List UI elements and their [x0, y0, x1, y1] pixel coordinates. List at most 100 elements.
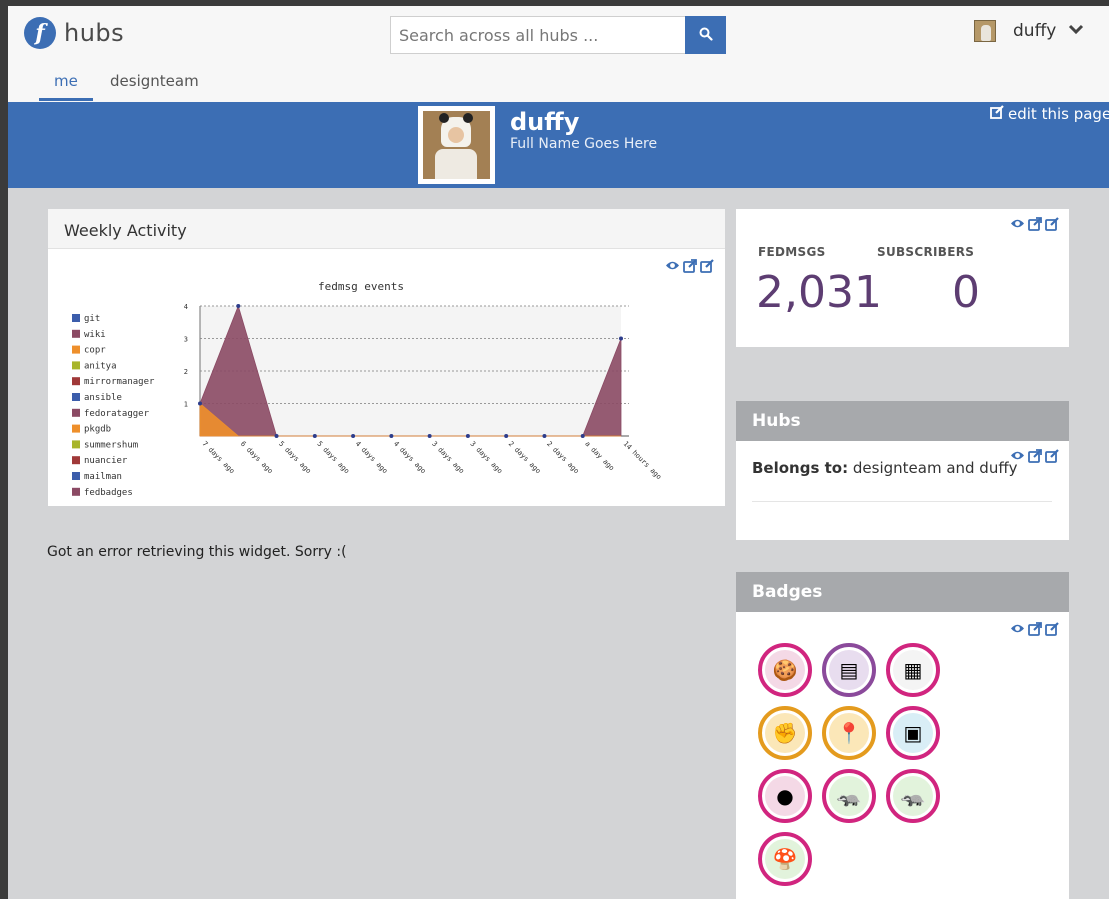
search-input[interactable] [390, 16, 685, 54]
belongs-to-label: Belongs to: [752, 459, 849, 477]
x-tick-label: 3 days ago [430, 440, 465, 475]
x-tick-label: 14 hours ago [622, 440, 663, 481]
belongs-to-line: Belongs to: designteam and duffy [752, 459, 1018, 477]
fedmsgs-label: FEDMSGS [758, 245, 826, 259]
hub-tabs: me designteam [8, 64, 1109, 102]
search-button[interactable] [685, 16, 726, 54]
edit-icon[interactable] [1045, 217, 1059, 231]
summit-badge-icon[interactable]: ▤ [822, 643, 876, 697]
app-name: hubs [64, 19, 125, 47]
x-tick-label: 3 days ago [468, 440, 503, 475]
x-tick-label: 5 days ago [315, 440, 350, 475]
legend-label: fedbadges [84, 488, 133, 498]
y-tick-label: 3 [184, 336, 188, 344]
profile-banner: duffy Full Name Goes Here edit this page [8, 102, 1109, 188]
boxing-gloves-badge-icon[interactable]: ✊ [758, 706, 812, 760]
legend-label: anitya [84, 361, 117, 371]
widget-title: Weekly Activity [48, 209, 725, 249]
weekly-activity-widget: Weekly Activity fedmsg events 1 2 3 4 7 days … [48, 209, 725, 506]
data-point [389, 434, 394, 438]
profile-full-name: Full Name Goes Here [510, 136, 658, 152]
cookie-badge-icon[interactable]: 🍪 [758, 643, 812, 697]
divider [752, 501, 1052, 502]
edit-page-label: edit this page [1008, 105, 1109, 123]
external-link-icon[interactable] [1028, 449, 1042, 463]
top-navbar: f hubs duffy [8, 6, 1109, 64]
search-bar [390, 16, 726, 54]
mushroom-badge-icon[interactable]: 🍄 [758, 832, 812, 886]
fedmsgs-count: 2,031 [756, 267, 882, 318]
stats-widget: FEDMSGS 2,031 SUBSCRIBERS 0 [736, 209, 1069, 347]
legend-label: git [84, 314, 100, 324]
badges-widget: Badges 🍪 ▤ ▦ ✊ 📍 ▣ ● 🦡 🦡 🍄 [736, 572, 1069, 899]
external-link-icon[interactable] [1028, 622, 1042, 636]
chevron-down-icon [1068, 21, 1084, 40]
edit-icon[interactable] [1045, 449, 1059, 463]
data-point [198, 401, 202, 406]
legend-label: copr [84, 346, 106, 356]
widget-controls [1010, 217, 1059, 231]
tab-designteam[interactable]: designteam [95, 72, 214, 98]
tab-me[interactable]: me [39, 72, 93, 101]
legend-label: mailman [84, 472, 122, 482]
legend-label: mirrormanager [84, 377, 155, 387]
eye-icon[interactable] [1010, 622, 1025, 636]
data-point [465, 434, 470, 438]
x-tick-label: a day ago [583, 440, 615, 472]
legend-swatch [72, 487, 80, 496]
user-menu[interactable]: duffy [974, 20, 1084, 42]
legend-swatch [72, 408, 80, 417]
edit-icon[interactable] [1045, 622, 1059, 636]
user-avatar [974, 20, 996, 42]
sign-badge-icon[interactable]: ▣ [886, 706, 940, 760]
widget-controls [1010, 622, 1059, 636]
edit-icon [990, 105, 1008, 123]
legend-swatch [72, 345, 80, 354]
widget-error-message: Got an error retrieving this widget. Sor… [47, 544, 347, 560]
x-tick-label: 4 days ago [392, 440, 427, 475]
legend-label: wiki [84, 330, 106, 340]
badger-speech-badge-icon[interactable]: 🦡 [822, 769, 876, 823]
calendar-badger-badge-icon[interactable]: ▦ [886, 643, 940, 697]
data-point [274, 434, 279, 438]
legend-label: ansible [84, 393, 122, 403]
x-tick-label: 2 days ago [545, 440, 580, 475]
subscribers-count: 0 [952, 267, 980, 318]
legend-label: pkgdb [84, 425, 111, 435]
macaron-badge-icon[interactable]: ● [758, 769, 812, 823]
legend-swatch [72, 424, 80, 433]
data-point [427, 434, 432, 438]
legend-swatch [72, 472, 80, 480]
profile-photo [423, 111, 490, 179]
data-point [504, 434, 509, 438]
external-link-icon[interactable] [1028, 217, 1042, 231]
location-pin-badge-icon[interactable]: 📍 [822, 706, 876, 760]
badger-dollar-badge-icon[interactable]: 🦡 [886, 769, 940, 823]
data-point [236, 304, 241, 308]
legend-label: fedoratagger [84, 409, 150, 419]
legend-swatch [72, 377, 80, 386]
data-point [312, 434, 317, 438]
search-icon [699, 26, 713, 45]
eye-icon[interactable] [1010, 217, 1025, 231]
legend-swatch [72, 361, 80, 370]
legend-swatch [72, 314, 80, 322]
y-tick-label: 1 [184, 401, 188, 409]
legend-swatch [72, 329, 80, 338]
x-tick-label: 6 days ago [239, 440, 274, 475]
user-name: duffy [1013, 21, 1057, 41]
data-point [351, 434, 356, 438]
legend-label: nuancier [84, 456, 128, 466]
y-tick-label: 2 [184, 368, 188, 376]
x-tick-label: 5 days ago [277, 440, 312, 475]
x-tick-label: 7 days ago [201, 440, 236, 475]
edit-page-link[interactable]: edit this page [990, 105, 1109, 123]
hubs-widget: Hubs Belongs to: designteam and duffy [736, 401, 1069, 540]
avatar [418, 106, 495, 184]
data-point [619, 336, 623, 341]
hubs-logo[interactable]: f hubs [24, 17, 124, 49]
legend-swatch [72, 440, 80, 449]
y-tick-label: 4 [184, 303, 188, 311]
legend-label: summershum [84, 440, 138, 450]
page-frame: f hubs duffy me designteam [8, 6, 1109, 899]
